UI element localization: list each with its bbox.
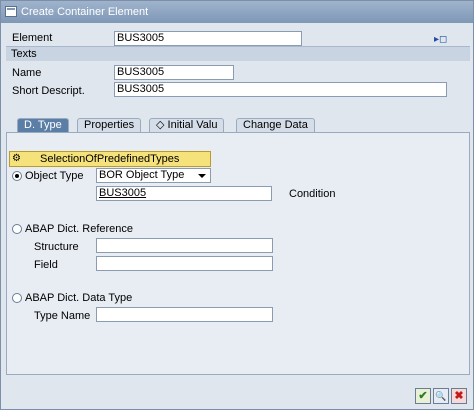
selection-button-label: SelectionOfPredefinedTypes bbox=[40, 153, 180, 165]
hierarchy-icon: ⚙ bbox=[12, 153, 21, 164]
short-description-field[interactable]: BUS3005 bbox=[114, 82, 447, 97]
object-type-label: Object Type bbox=[25, 170, 84, 182]
tab-panel bbox=[6, 132, 470, 375]
tab-properties[interactable]: Properties bbox=[77, 118, 142, 133]
navigate-icon[interactable]: ▸◻ bbox=[434, 35, 447, 45]
close-icon: ✖ bbox=[454, 390, 464, 402]
display-button[interactable]: 🔍 bbox=[433, 388, 449, 404]
structure-field[interactable] bbox=[96, 238, 273, 253]
tab-data-type-label: D. Type bbox=[24, 119, 62, 131]
tab-properties-label: Properties bbox=[84, 119, 135, 131]
texts-group-header: Texts bbox=[6, 46, 470, 61]
ok-button[interactable]: ✔ bbox=[415, 388, 431, 404]
structure-label: Structure bbox=[34, 241, 79, 253]
element-field[interactable]: BUS3005 bbox=[114, 31, 302, 46]
name-label: Name bbox=[12, 67, 42, 79]
object-type-select[interactable]: BOR Object Type bbox=[96, 168, 211, 183]
object-type-field[interactable]: BUS3005 bbox=[96, 186, 272, 201]
tab-initial-value-label: Initial Valu bbox=[167, 119, 218, 131]
object-type-select-value: BOR Object Type bbox=[99, 169, 185, 181]
title-bar: Create Container Element bbox=[1, 1, 473, 23]
name-field[interactable]: BUS3005 bbox=[114, 65, 234, 80]
abap-ref-radio[interactable] bbox=[12, 224, 22, 234]
short-description-label: Short Descript. bbox=[12, 85, 85, 97]
selection-predefined-types-button[interactable]: ⚙ SelectionOfPredefinedTypes bbox=[9, 151, 211, 167]
object-type-radio[interactable] bbox=[12, 171, 22, 181]
window-icon bbox=[5, 6, 17, 17]
magnifier-icon: 🔍 bbox=[435, 391, 447, 401]
element-label: Element bbox=[12, 32, 53, 44]
chevron-down-icon bbox=[198, 174, 206, 178]
tab-initial-value[interactable]: ◇ Initial Valu bbox=[149, 118, 225, 133]
type-name-label: Type Name bbox=[34, 310, 91, 322]
tab-change-data[interactable]: Change Data bbox=[236, 118, 315, 133]
abap-type-radio[interactable] bbox=[12, 293, 22, 303]
abap-ref-label: ABAP Dict. Reference bbox=[25, 223, 134, 235]
diamond-icon: ◇ bbox=[156, 119, 168, 131]
window-title: Create Container Element bbox=[21, 6, 149, 18]
cancel-button[interactable]: ✖ bbox=[451, 388, 467, 404]
field-field[interactable] bbox=[96, 256, 273, 271]
field-label: Field bbox=[34, 259, 58, 271]
dialog-window: Create Container Element Element BUS3005… bbox=[0, 0, 474, 410]
check-icon: ✔ bbox=[418, 390, 428, 402]
condition-label[interactable]: Condition bbox=[289, 188, 335, 200]
abap-type-label: ABAP Dict. Data Type bbox=[25, 292, 133, 304]
tab-change-data-label: Change Data bbox=[243, 119, 308, 131]
type-name-field[interactable] bbox=[96, 307, 273, 322]
